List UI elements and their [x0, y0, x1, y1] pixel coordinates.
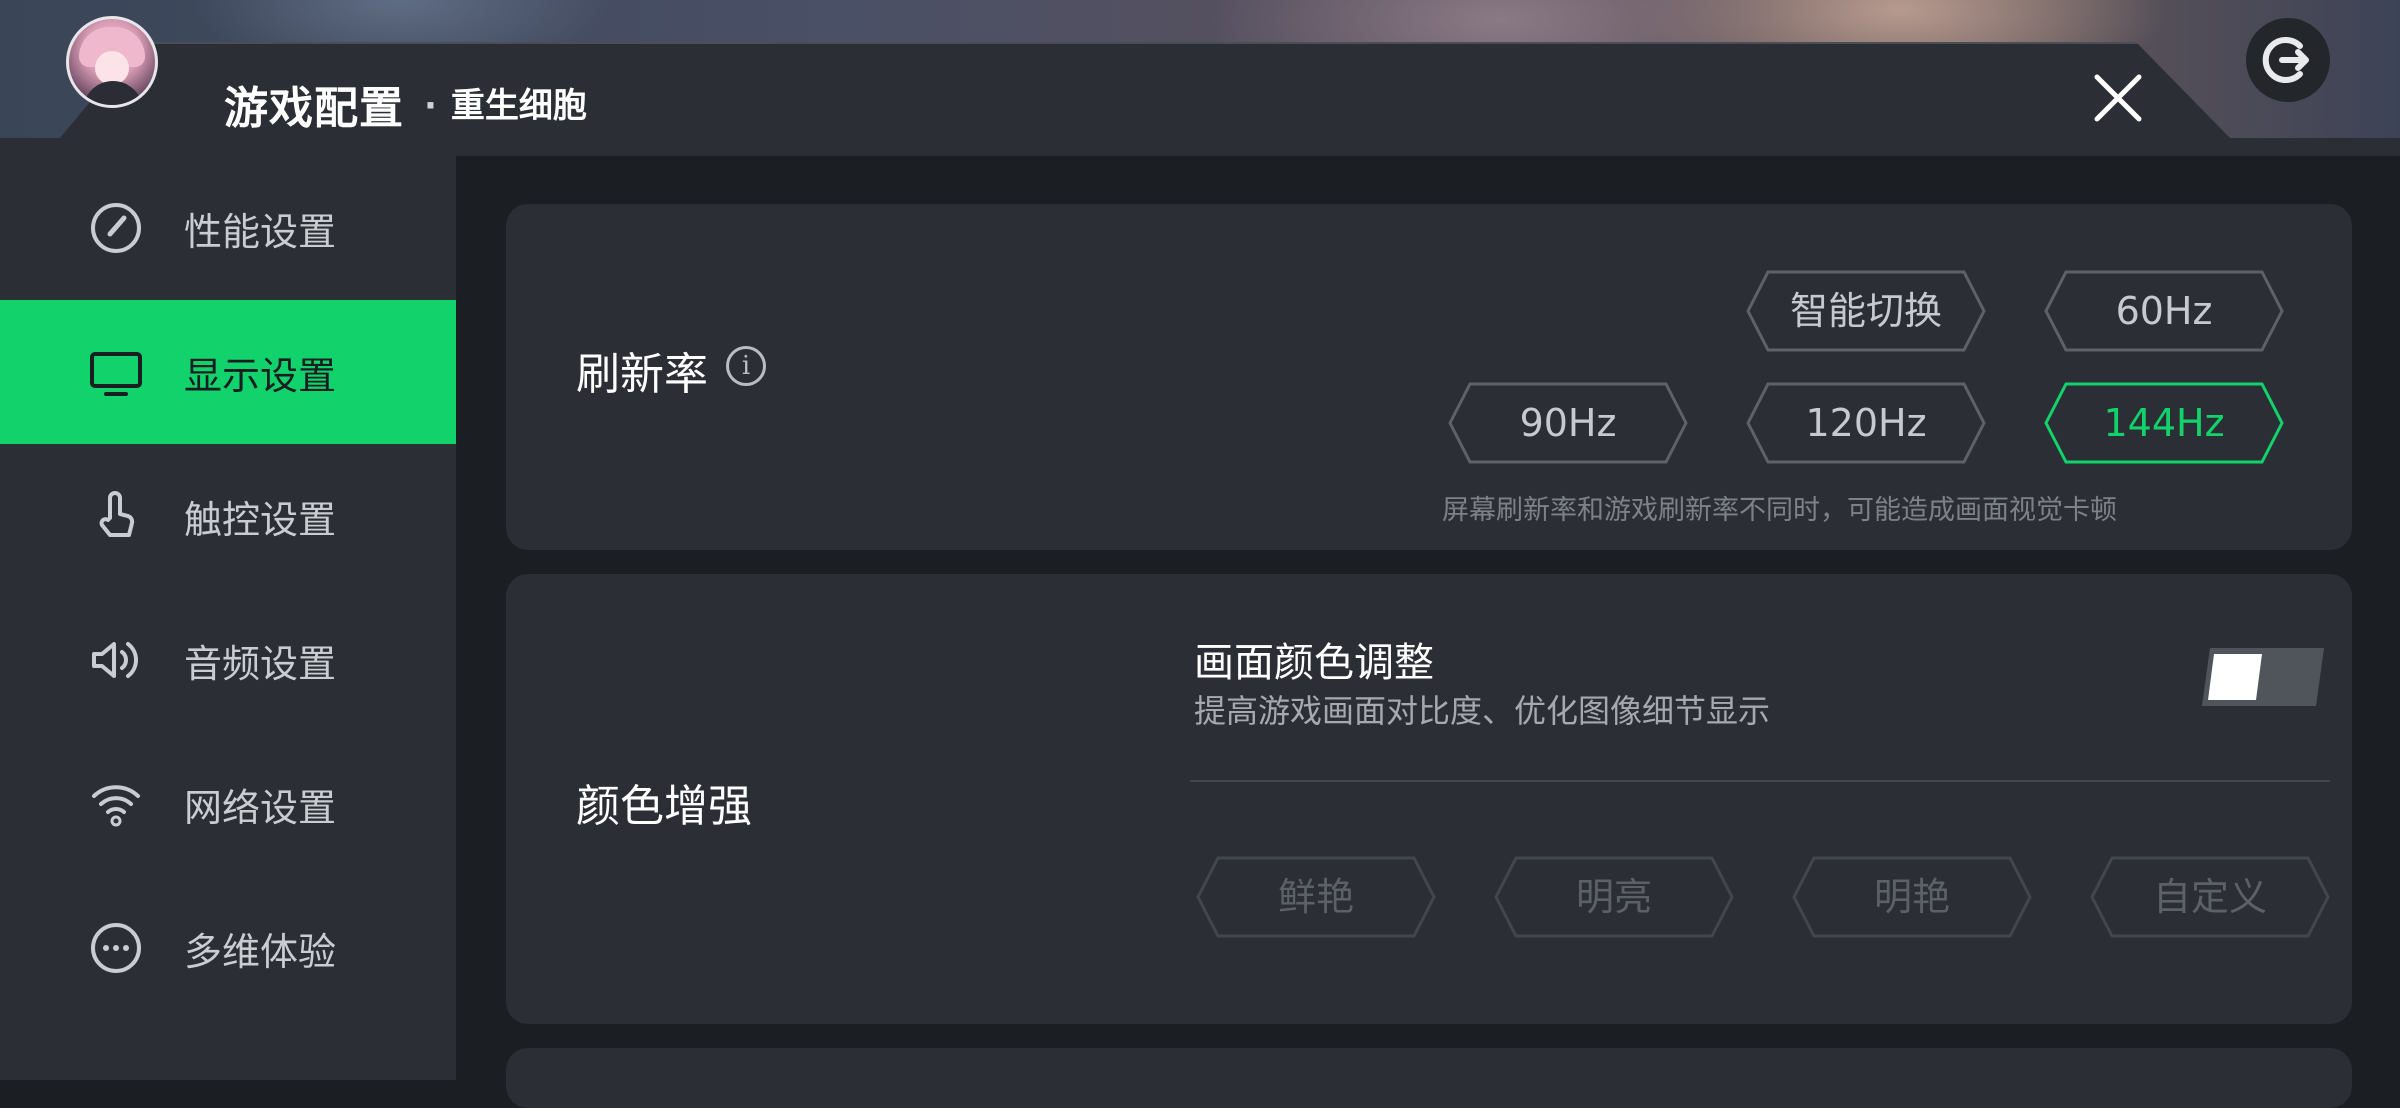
sidebar-item-network[interactable]: 网络设置 — [0, 732, 456, 876]
page-title: 游戏配置 — [224, 83, 404, 134]
sidebar-item-label: 网络设置 — [184, 785, 337, 830]
refresh-rate-note: 屏幕刷新率和游戏刷新率不同时，可能造成画面视觉卡顿 — [1442, 495, 2117, 526]
touch-hand-icon — [86, 486, 146, 546]
sidebar-item-label: 多维体验 — [184, 929, 337, 974]
close-icon — [2094, 74, 2142, 122]
monitor-icon — [86, 342, 146, 402]
color-adjust-title: 画面颜色调整 — [1194, 640, 1434, 686]
speaker-icon — [86, 630, 146, 690]
color-enhance-label: 颜色增强 — [576, 781, 752, 832]
wifi-icon — [86, 774, 146, 834]
refresh-option-120hz[interactable]: 120Hz — [1746, 382, 1986, 464]
info-icon[interactable]: i — [726, 346, 766, 386]
refresh-rate-card: 刷新率 i 智能切换 60Hz 90Hz 120Hz 144Hz 屏幕刷新率和游… — [506, 204, 2352, 550]
color-adjust-desc: 提高游戏画面对比度、优化图像细节显示 — [1194, 692, 1771, 730]
sidebar-item-display[interactable]: 显示设置 — [0, 300, 456, 444]
game-name: · 重生细胞 — [424, 86, 587, 126]
color-adjust-toggle[interactable] — [2202, 648, 2324, 706]
speedometer-icon — [86, 198, 146, 258]
sidebar-item-label: 触控设置 — [184, 497, 337, 542]
avatar[interactable] — [66, 16, 158, 108]
sidebar-item-audio[interactable]: 音频设置 — [0, 588, 456, 732]
sidebar-item-label: 显示设置 — [184, 353, 337, 398]
sidebar-item-performance[interactable]: 性能设置 — [0, 156, 456, 300]
more-dots-icon — [86, 918, 146, 978]
sidebar-item-label: 性能设置 — [184, 209, 337, 254]
sidebar-item-label: 音频设置 — [184, 641, 337, 686]
color-mode-custom[interactable]: 自定义 — [2090, 856, 2330, 938]
refresh-option-144hz[interactable]: 144Hz — [2044, 382, 2284, 464]
next-settings-card — [506, 1048, 2352, 1108]
close-button[interactable] — [2088, 68, 2148, 128]
sidebar-item-experience[interactable]: 多维体验 — [0, 876, 456, 1020]
refresh-option-90hz[interactable]: 90Hz — [1448, 382, 1688, 464]
color-mode-vivid[interactable]: 鲜艳 — [1196, 856, 1436, 938]
refresh-option-smart[interactable]: 智能切换 — [1746, 270, 1986, 352]
refresh-option-60hz[interactable]: 60Hz — [2044, 270, 2284, 352]
exit-button[interactable] — [2246, 18, 2330, 102]
exit-icon — [2262, 37, 2309, 83]
color-mode-brilliant[interactable]: 明艳 — [1792, 856, 2032, 938]
divider — [1190, 780, 2330, 782]
color-enhance-card: 颜色增强 画面颜色调整 提高游戏画面对比度、优化图像细节显示 鲜艳 明亮 明艳 … — [506, 574, 2352, 1024]
sidebar: 性能设置 显示设置 触控设置 音频设置 网络设置 多维体验 — [0, 156, 456, 1080]
main-content: 刷新率 i 智能切换 60Hz 90Hz 120Hz 144Hz 屏幕刷新率和游… — [456, 156, 2400, 1108]
refresh-rate-label: 刷新率 — [576, 349, 708, 400]
color-mode-bright[interactable]: 明亮 — [1494, 856, 1734, 938]
sidebar-item-touch[interactable]: 触控设置 — [0, 444, 456, 588]
